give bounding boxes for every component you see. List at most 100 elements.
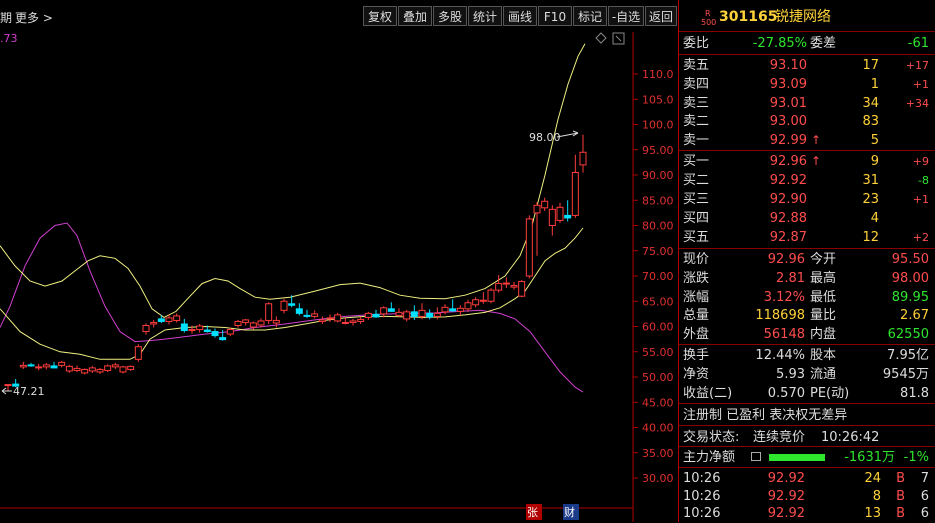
list-icon[interactable] xyxy=(751,452,761,461)
stat-row: 收益(二) 0.570 PE(动) 81.8 xyxy=(683,384,929,403)
candle-down xyxy=(27,364,35,367)
buy-volume: 31 xyxy=(862,173,879,188)
candle-down xyxy=(372,313,380,318)
y-tick-label: 60.00 xyxy=(642,321,674,334)
stat-value: 12.44% xyxy=(755,348,805,363)
sell-row: 卖五 93.10 17 +17 xyxy=(683,56,929,75)
candle-up xyxy=(487,289,495,302)
stat-value: 3.12% xyxy=(763,289,805,305)
candle-up xyxy=(257,320,265,326)
candle-up xyxy=(173,315,181,321)
candle-up xyxy=(188,329,196,332)
candle-down xyxy=(157,318,165,322)
low-price-label: 47.21 xyxy=(13,385,45,398)
quote-panel: R 500 301165 锐捷网络 委比 -27.85% 委差 -61 卖五 93… xyxy=(678,0,935,522)
more-menu[interactable]: 更多 > xyxy=(15,9,53,26)
kline-chart-svg: 110.0 105.0 100.0 95.00 90.00 85.00 80.00 75.00… xyxy=(0,32,674,522)
back-button[interactable]: 返回 xyxy=(645,6,677,26)
stat-label: 今开 xyxy=(810,252,837,267)
stat-label: 内盘 xyxy=(810,327,837,343)
y-tick-label: 85.00 xyxy=(642,194,674,207)
sell-volume: 1 xyxy=(870,76,879,92)
tick-volume: 24 xyxy=(864,471,881,486)
stat-row: 总量 118698 量比 2.67 xyxy=(683,306,929,325)
candle-up xyxy=(234,320,242,326)
candle-up xyxy=(533,204,541,214)
candle-up xyxy=(456,307,464,312)
tick-count: 6 xyxy=(920,488,929,504)
overlay-button[interactable]: 叠加 xyxy=(398,6,432,26)
buy-price: 92.88 xyxy=(769,211,807,226)
candle-down xyxy=(387,308,395,312)
candle-down xyxy=(203,329,211,333)
stat-label: 净资 xyxy=(683,367,710,382)
candle-down xyxy=(219,337,227,341)
candle-up xyxy=(134,346,142,360)
candle-up xyxy=(318,319,326,322)
stat-row: 净资 5.93 流通 9545万 xyxy=(683,365,929,384)
candle-up xyxy=(42,364,50,368)
main-flow-row[interactable]: 主力净额 -1631万 -1% xyxy=(683,448,929,467)
trade-status-time: 10:26:42 xyxy=(821,430,880,445)
stat-label: 收益(二) xyxy=(683,386,733,401)
stat-label: 涨幅 xyxy=(683,289,710,305)
candle-up xyxy=(150,321,158,325)
y-tick-label: 35.00 xyxy=(642,447,674,460)
sell-price: 93.01 xyxy=(769,95,807,111)
candle-up xyxy=(88,367,96,372)
buy-change: +1 xyxy=(912,193,929,206)
stat-value: 56148 xyxy=(763,327,805,343)
stat-label: 最低 xyxy=(810,289,837,305)
candle-up xyxy=(502,282,510,285)
statistics-button[interactable]: 统计 xyxy=(468,6,502,26)
candle-up xyxy=(525,218,533,277)
buy-row: 买一 92.96 ↑ 9 +9 xyxy=(683,152,929,171)
tick-volume: 13 xyxy=(864,506,881,521)
tick-count: 6 xyxy=(920,506,929,521)
period-label[interactable]: 期 xyxy=(0,9,12,26)
candle-down xyxy=(303,314,311,317)
upper-band-line xyxy=(0,43,586,318)
low-price-pointer xyxy=(1,387,12,395)
zhang-tag-label: 张 xyxy=(527,506,538,519)
stat-value: 89.95 xyxy=(891,289,929,305)
draw-line-button[interactable]: 画线 xyxy=(503,6,537,26)
tick-time: 10:26 xyxy=(683,488,721,504)
stock-code: 301165 xyxy=(719,9,778,25)
cai-tag-label: 财 xyxy=(564,505,575,519)
y-tick-label: 110.0 xyxy=(642,68,674,81)
maximize-icon-slash xyxy=(615,35,622,42)
main-flow-label: 主力净额 xyxy=(683,450,736,465)
indicator-value: .73 xyxy=(0,32,18,45)
candle-down xyxy=(211,331,219,337)
stat-value: 95.50 xyxy=(891,252,929,267)
tick-time: 10:26 xyxy=(683,471,721,486)
tick-row: 10:26 92.92 24 B 7 xyxy=(683,469,929,488)
stat-value: 9545万 xyxy=(882,367,929,382)
stat-label: 换手 xyxy=(683,348,710,363)
candle-up xyxy=(464,302,472,310)
tick-price: 92.92 xyxy=(767,488,805,504)
tick-side: B xyxy=(896,506,905,521)
kline-chart[interactable]: 110.0 105.0 100.0 95.00 90.00 85.00 80.00 75.00… xyxy=(0,32,678,522)
candle-up xyxy=(119,366,127,373)
restore-rights-button[interactable]: 复权 xyxy=(363,6,397,26)
f10-button[interactable]: F10 xyxy=(538,6,572,26)
sell-price: 93.00 xyxy=(769,114,807,130)
buy-volume: 23 xyxy=(862,192,879,207)
candle-up xyxy=(395,311,403,316)
buy-row: 买三 92.90 23 +1 xyxy=(683,190,929,209)
mark-button[interactable]: 标记 xyxy=(573,6,607,26)
buy-price: 92.96 xyxy=(769,154,807,169)
multi-stock-button[interactable]: 多股 xyxy=(433,6,467,26)
tick-price: 92.92 xyxy=(767,471,805,486)
moving-average-line xyxy=(0,222,584,393)
candle-down xyxy=(564,214,572,219)
sell-label: 卖二 xyxy=(683,114,710,130)
candle-up xyxy=(280,300,288,311)
diamond-icon[interactable] xyxy=(595,32,607,44)
candle-up xyxy=(4,384,12,387)
y-tick-label: 40.00 xyxy=(642,422,674,435)
sell-row: 卖二 93.00 83 xyxy=(683,112,929,131)
remove-watchlist-button[interactable]: -自选 xyxy=(608,6,644,26)
